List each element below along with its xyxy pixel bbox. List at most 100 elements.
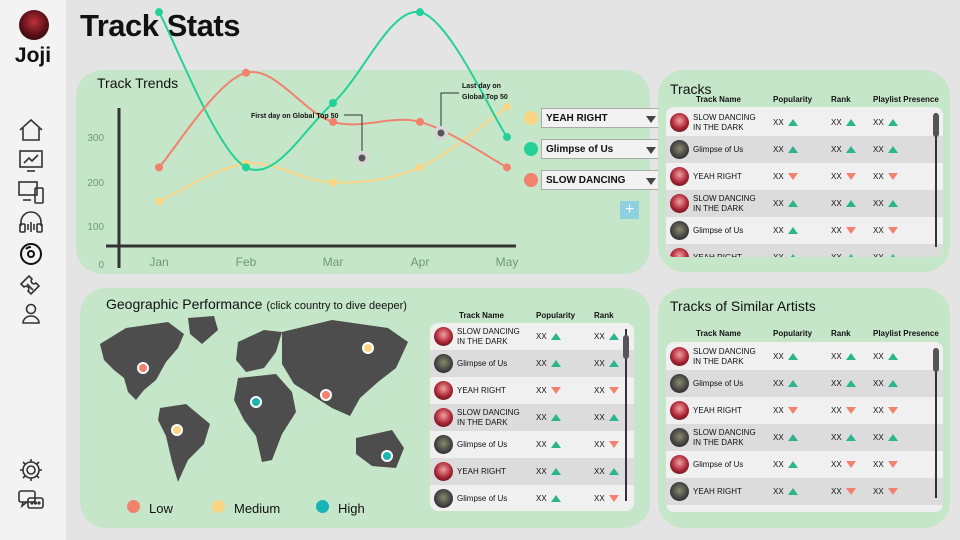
popularity-cell: XX: [536, 359, 561, 368]
geo-title: Geographic Performance: [106, 296, 263, 312]
medium-dot: [212, 500, 225, 513]
trend-up-icon: [845, 118, 856, 126]
table-row[interactable]: SLOW DANCING IN THE DARK XX XX: [430, 404, 634, 431]
track-name: Glimpse of Us: [693, 459, 744, 469]
trend-up-icon: [608, 332, 619, 340]
table-row[interactable]: SLOW DANCING IN THE DARK XX XX XX: [666, 190, 943, 217]
trend-up-icon: [887, 199, 898, 207]
slow-dancing-dot: [524, 173, 538, 187]
popularity-value: XX: [773, 225, 784, 235]
tracks-table[interactable]: SLOW DANCING IN THE DARK XX XX XX Glimpse of…: [666, 107, 943, 257]
geo-track-table[interactable]: SLOW DANCING IN THE DARK XX XX Glimpse of U…: [430, 323, 634, 511]
table-row[interactable]: Glimpse of Us XX XX XX: [666, 217, 943, 244]
table-row[interactable]: SLOW DANCING IN THE DARK XX XX XX: [666, 424, 943, 451]
world-map[interactable]: [96, 312, 420, 492]
playlist-cell: XX: [873, 118, 898, 127]
track-name: Glimpse of Us: [693, 225, 744, 235]
rank-cell: XX: [594, 359, 619, 368]
track-name: SLOW DANCING IN THE DARK: [457, 407, 520, 427]
table-row[interactable]: YEAH RIGHT XX XX XX: [666, 244, 943, 257]
add-track-button[interactable]: +: [620, 201, 639, 219]
glimpse-dropdown[interactable]: Glimpse of Us: [541, 139, 665, 159]
similar-tracks-table[interactable]: SLOW DANCING IN THE DARK XX XX XX Glimpse of…: [666, 342, 943, 512]
track-thumbnail: [434, 435, 453, 454]
track-thumbnail: [670, 374, 689, 393]
marker-usa: [137, 362, 149, 374]
rank-cell: XX: [831, 199, 856, 208]
popularity-cell: XX: [773, 253, 798, 257]
table-row[interactable]: SLOW DANCING IN THE DARK XX XX XX: [666, 109, 943, 136]
table-row[interactable]: Glimpse of Us XX XX: [430, 485, 634, 511]
scrollbar-thumb[interactable]: [623, 335, 629, 359]
rank-value: XX: [831, 459, 842, 469]
track-name: SLOW DANCING IN THE DARK: [457, 326, 520, 346]
table-row[interactable]: YEAH RIGHT XX XX XX: [666, 163, 943, 190]
rank-value: XX: [594, 385, 605, 395]
rank-cell: XX: [831, 226, 856, 235]
table-row[interactable]: Glimpse of Us XX XX: [430, 431, 634, 458]
table-row[interactable]: Glimpse of Us XX XX XX: [666, 451, 943, 478]
data-point-glimpse-of-us: [242, 163, 250, 172]
rank-cell: XX: [831, 253, 856, 257]
trend-up-icon: [550, 359, 561, 367]
glimpse-label: Glimpse of Us: [546, 144, 614, 155]
popularity-value: XX: [536, 439, 547, 449]
track-thumbnail: [670, 194, 689, 213]
table-row[interactable]: SLOW DANCING IN THE DARK XX XX: [430, 323, 634, 350]
marker-australia: [381, 450, 393, 462]
track-thumbnail: [670, 428, 689, 447]
trend-up-icon: [787, 460, 798, 468]
playlist-cell: XX: [873, 226, 898, 235]
trend-up-icon: [787, 145, 798, 153]
scrollbar-thumb[interactable]: [933, 348, 939, 372]
marker-russia: [362, 342, 374, 354]
yeah-right-label: YEAH RIGHT: [546, 113, 608, 124]
track-thumbnail: [434, 408, 453, 427]
playlist-cell: XX: [873, 352, 898, 361]
table-row[interactable]: YEAH RIGHT XX XX: [430, 458, 634, 485]
trend-up-icon: [608, 359, 619, 367]
table-row[interactable]: YEAH RIGHT XX XX XX: [666, 478, 943, 505]
table-row[interactable]: YEAH RIGHT XX XX XX: [666, 397, 943, 424]
rank-value: XX: [831, 117, 842, 127]
low-label: Low: [149, 501, 173, 516]
trend-down-icon: [608, 386, 619, 394]
slow-dancing-dropdown[interactable]: SLOW DANCING: [541, 170, 665, 190]
high-label: High: [338, 501, 365, 516]
playlist-value: XX: [873, 117, 884, 127]
yeah-right-dropdown[interactable]: YEAH RIGHT: [541, 108, 665, 128]
track-name: Glimpse of Us: [457, 493, 508, 503]
popularity-value: XX: [773, 351, 784, 361]
trend-up-icon: [845, 379, 856, 387]
table-row[interactable]: Glimpse of Us XX XX: [430, 350, 634, 377]
marker-india: [320, 389, 332, 401]
popularity-cell: XX: [536, 440, 561, 449]
popularity-value: XX: [773, 486, 784, 496]
trend-up-icon: [787, 253, 798, 257]
rank-cell: XX: [594, 386, 619, 395]
map-africa: [234, 374, 296, 462]
table-row[interactable]: YEAH RIGHT XX XX: [430, 377, 634, 404]
trend-up-icon: [845, 199, 856, 207]
table-row[interactable]: Glimpse of Us XX XX XX: [666, 370, 943, 397]
popularity-cell: XX: [773, 433, 798, 442]
tracks-header-playlist: Playlist Presence: [873, 95, 939, 104]
track-name: SLOW DANCING IN THE DARK: [693, 112, 756, 132]
popularity-cell: XX: [773, 199, 798, 208]
geo-title-wrap: Geographic Performance (click country to…: [106, 296, 407, 312]
table-row[interactable]: SLOW DANCING IN THE DARK XX XX XX: [666, 343, 943, 370]
playlist-value: XX: [873, 171, 884, 181]
popularity-value: XX: [773, 459, 784, 469]
trend-down-icon: [887, 406, 898, 414]
rank-value: XX: [831, 171, 842, 181]
popularity-value: XX: [773, 198, 784, 208]
data-point-glimpse-of-us: [503, 133, 511, 142]
table-row[interactable]: Glimpse of Us XX XX XX: [666, 136, 943, 163]
scrollbar-thumb[interactable]: [933, 113, 939, 137]
track-thumbnail: [670, 401, 689, 420]
trend-down-icon: [887, 460, 898, 468]
track-name: YEAH RIGHT: [693, 171, 742, 181]
rank-cell: XX: [831, 433, 856, 442]
data-point-slow-dancing: [416, 117, 424, 126]
track-thumbnail: [670, 221, 689, 240]
